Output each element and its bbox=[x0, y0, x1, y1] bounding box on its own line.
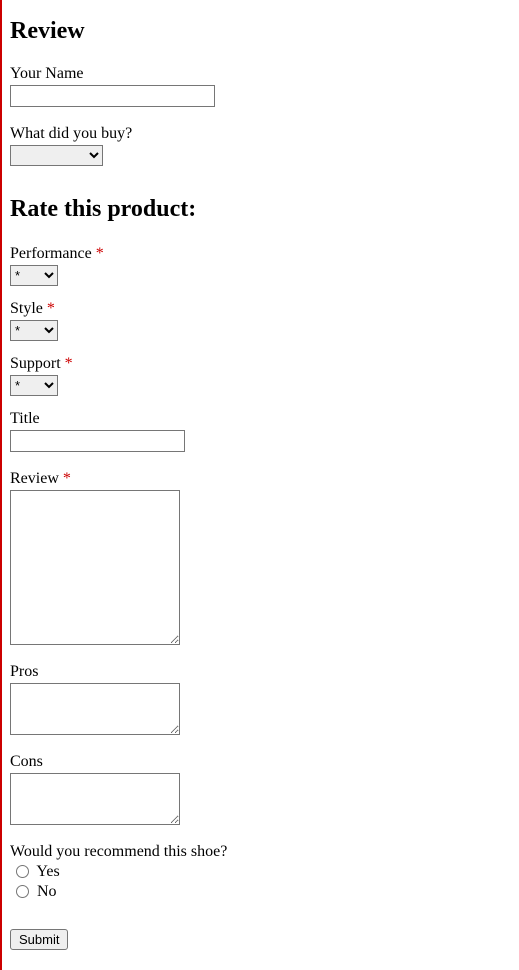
performance-select[interactable]: * bbox=[10, 265, 58, 286]
radio-yes[interactable] bbox=[16, 865, 29, 878]
what-label: What did you buy? bbox=[10, 125, 511, 143]
radio-yes-label[interactable]: Yes bbox=[16, 863, 60, 880]
pros-textarea[interactable] bbox=[10, 683, 180, 735]
recommend-label: Would you recommend this shoe? bbox=[10, 843, 511, 861]
performance-label-text: Performance bbox=[10, 245, 92, 262]
required-marker: * bbox=[47, 300, 55, 317]
page-title: Review bbox=[10, 18, 511, 45]
rate-heading: Rate this product: bbox=[10, 196, 511, 223]
radio-no-label[interactable]: No bbox=[16, 883, 57, 900]
title-input[interactable] bbox=[10, 430, 185, 452]
radio-no-text: No bbox=[37, 883, 57, 900]
review-label-text: Review bbox=[10, 470, 59, 487]
support-select[interactable]: * bbox=[10, 375, 58, 396]
required-marker: * bbox=[96, 245, 104, 262]
required-marker: * bbox=[65, 355, 73, 372]
support-label-text: Support bbox=[10, 355, 61, 372]
cons-textarea[interactable] bbox=[10, 773, 180, 825]
radio-no[interactable] bbox=[16, 885, 29, 898]
review-label: Review * bbox=[10, 470, 511, 488]
required-marker: * bbox=[63, 470, 71, 487]
style-label-text: Style bbox=[10, 300, 43, 317]
submit-button[interactable]: Submit bbox=[10, 929, 68, 950]
style-select[interactable]: * bbox=[10, 320, 58, 341]
title-label: Title bbox=[10, 410, 511, 428]
radio-yes-text: Yes bbox=[36, 863, 59, 880]
support-label: Support * bbox=[10, 355, 511, 373]
name-label: Your Name bbox=[10, 65, 511, 83]
review-textarea[interactable] bbox=[10, 490, 180, 645]
style-label: Style * bbox=[10, 300, 511, 318]
what-select[interactable] bbox=[10, 145, 103, 166]
pros-label: Pros bbox=[10, 663, 511, 681]
name-input[interactable] bbox=[10, 85, 215, 107]
cons-label: Cons bbox=[10, 753, 511, 771]
performance-label: Performance * bbox=[10, 245, 511, 263]
